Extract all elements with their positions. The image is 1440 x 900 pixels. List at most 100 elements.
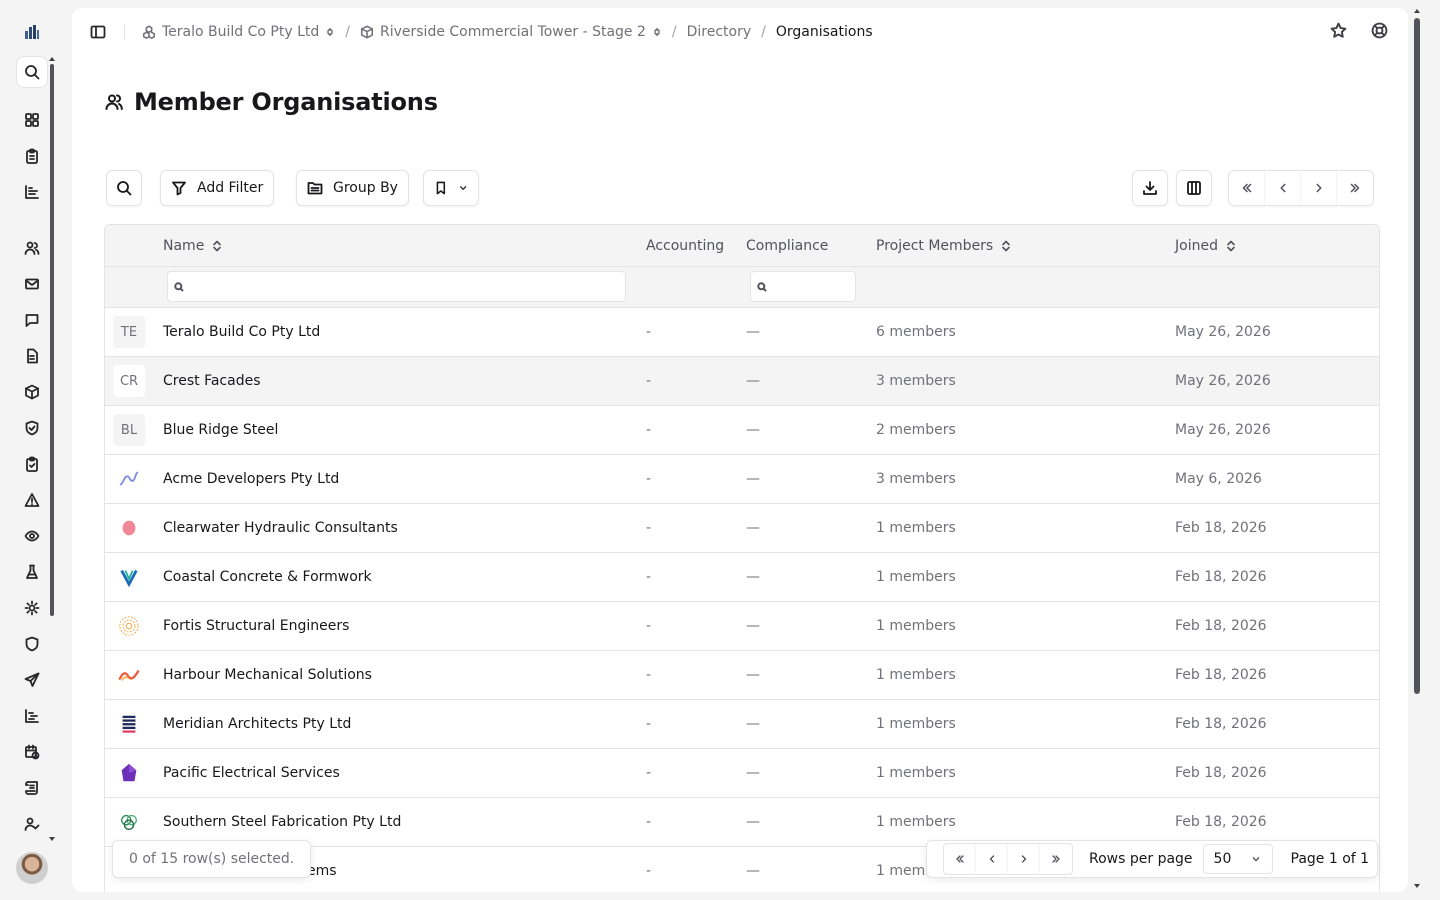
gantt-icon[interactable] — [16, 700, 48, 732]
shield-icon[interactable] — [16, 628, 48, 660]
table-row[interactable]: BL Blue Ridge Steel - — 2 members May 26… — [105, 406, 1379, 455]
accounting-cell: - — [646, 618, 652, 634]
column-header-name[interactable]: Name — [163, 225, 222, 267]
column-name-label: Name — [163, 238, 205, 254]
star-icon[interactable] — [1330, 22, 1347, 39]
search-button[interactable] — [106, 170, 142, 206]
next-page-button[interactable] — [1008, 844, 1040, 874]
calendar-clock-icon[interactable] — [16, 736, 48, 768]
clipboard-check-icon[interactable] — [16, 448, 48, 480]
column-header-joined[interactable]: Joined — [1175, 225, 1236, 267]
compliance-cell: — — [746, 520, 760, 536]
user-check-icon[interactable] — [16, 808, 48, 840]
first-page-button[interactable] — [944, 844, 976, 874]
table-row[interactable]: Fortis Structural Engineers - — 1 member… — [105, 602, 1379, 651]
eye-icon[interactable] — [16, 520, 48, 552]
table-row[interactable]: Meridian Architects Pty Ltd - — 1 member… — [105, 700, 1379, 749]
document-icon[interactable] — [16, 340, 48, 372]
scroll-up-icon[interactable] — [1414, 9, 1420, 13]
prev-page-button[interactable] — [1265, 171, 1301, 205]
joined-cell: Feb 18, 2026 — [1175, 765, 1267, 781]
accounting-cell: - — [646, 324, 652, 340]
org-name[interactable]: Fortis Structural Engineers — [163, 602, 349, 650]
org-name[interactable]: Harbour Mechanical Solutions — [163, 651, 372, 699]
flask-icon[interactable] — [16, 556, 48, 588]
org-name[interactable]: Clearwater Hydraulic Consultants — [163, 504, 398, 552]
table-row[interactable]: Pacific Electrical Services - — 1 member… — [105, 749, 1379, 798]
sidebar-toggle-icon[interactable] — [88, 22, 108, 42]
chevrons-right-icon — [1052, 855, 1060, 863]
scroll-icon[interactable] — [16, 772, 48, 804]
table-row[interactable]: Acme Developers Pty Ltd - — 3 members Ma… — [105, 455, 1379, 504]
breadcrumb-org[interactable]: Teralo Build Co Pty Ltd — [142, 24, 335, 40]
settings-icon[interactable] — [16, 592, 48, 624]
chevron-up-down-icon — [327, 28, 334, 36]
users-icon[interactable] — [16, 232, 48, 264]
bar-chart-icon[interactable] — [16, 176, 48, 208]
dashboard-icon[interactable] — [16, 104, 48, 136]
org-icon — [142, 25, 156, 39]
help-icon[interactable] — [1371, 22, 1388, 39]
table-pager-top — [1228, 170, 1374, 206]
scroll-down-icon[interactable] — [1414, 884, 1420, 888]
rail-scroll-down-icon[interactable] — [49, 837, 55, 841]
rows-per-page-select[interactable]: 50 — [1202, 844, 1273, 874]
chat-icon[interactable] — [16, 304, 48, 336]
clipboard-icon[interactable] — [16, 140, 48, 172]
table-header: Name Accounting Compliance Project Membe… — [105, 225, 1379, 267]
rail-scroll-up-icon[interactable] — [49, 57, 55, 61]
accounting-cell: - — [646, 520, 652, 536]
add-filter-button[interactable]: Add Filter — [160, 170, 275, 206]
mail-icon[interactable] — [16, 268, 48, 300]
columns-button[interactable] — [1176, 170, 1212, 206]
org-name[interactable]: Southern Steel Fabrication Pty Ltd — [163, 798, 401, 846]
org-name[interactable]: Acme Developers Pty Ltd — [163, 455, 339, 503]
send-icon[interactable] — [16, 664, 48, 696]
members-cell: 1 members — [876, 814, 956, 830]
table-row[interactable]: Harbour Mechanical Solutions - — 1 membe… — [105, 651, 1379, 700]
package-icon[interactable] — [16, 376, 48, 408]
table-row[interactable]: CR Crest Facades - — 3 members May 26, 2… — [105, 357, 1379, 406]
table-row[interactable]: Clearwater Hydraulic Consultants - — 1 m… — [105, 504, 1379, 553]
org-name[interactable]: Teralo Build Co Pty Ltd — [163, 308, 320, 356]
next-page-button[interactable] — [1301, 171, 1337, 205]
avatar[interactable] — [16, 852, 48, 884]
members-cell: 2 members — [876, 422, 956, 438]
pagination-bar: Rows per page 50 Page 1 of 1 — [926, 840, 1378, 878]
prev-page-button[interactable] — [976, 844, 1008, 874]
org-initials: TE — [120, 324, 138, 340]
last-page-button[interactable] — [1337, 171, 1373, 205]
saved-views-button[interactable] — [423, 170, 479, 206]
group-by-button[interactable]: Group By — [296, 170, 409, 206]
compliance-filter-input[interactable] — [750, 271, 856, 302]
last-page-button[interactable] — [1040, 844, 1072, 874]
name-filter-input[interactable] — [167, 271, 626, 302]
download-icon — [1143, 181, 1157, 195]
filter-row — [105, 267, 1379, 308]
app-logo-icon[interactable] — [16, 16, 48, 48]
org-name[interactable]: Meridian Architects Pty Ltd — [163, 700, 351, 748]
org-name[interactable]: ems — [307, 847, 337, 892]
first-page-button[interactable] — [1229, 171, 1265, 205]
org-name[interactable]: Crest Facades — [163, 357, 261, 405]
column-header-members[interactable]: Project Members — [876, 225, 1011, 267]
filter-icon — [172, 181, 186, 196]
breadcrumb-directory[interactable]: Directory — [687, 24, 752, 40]
table-row[interactable]: TE Teralo Build Co Pty Ltd - — 6 members… — [105, 308, 1379, 357]
rail-scrollbar[interactable] — [50, 64, 54, 616]
org-name[interactable]: Coastal Concrete & Formwork — [163, 553, 372, 601]
search-icon — [117, 181, 132, 196]
chevron-left-icon — [989, 855, 994, 863]
search-icon[interactable] — [16, 56, 48, 88]
table-row[interactable]: Coastal Concrete & Formwork - — 1 member… — [105, 553, 1379, 602]
warning-icon[interactable] — [16, 484, 48, 516]
page-indicator: Page 1 of 1 — [1290, 851, 1370, 867]
chevron-right-icon — [1315, 183, 1322, 193]
add-filter-label: Add Filter — [197, 180, 264, 196]
download-button[interactable] — [1132, 170, 1168, 206]
shield-check-icon[interactable] — [16, 412, 48, 444]
breadcrumb-project[interactable]: Riverside Commercial Tower - Stage 2 — [360, 24, 662, 40]
org-name[interactable]: Blue Ridge Steel — [163, 406, 278, 454]
page-scrollbar[interactable] — [1414, 18, 1420, 694]
org-name[interactable]: Pacific Electrical Services — [163, 749, 340, 797]
